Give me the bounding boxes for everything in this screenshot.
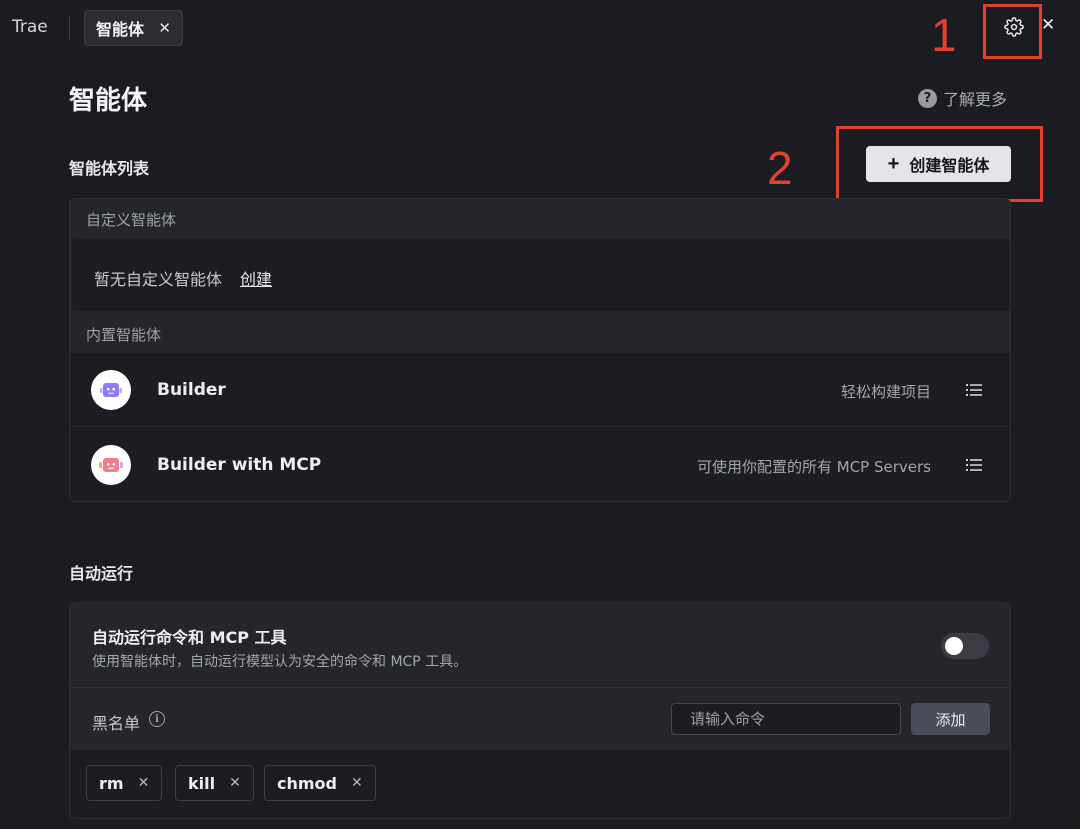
command-input[interactable] [671, 703, 901, 735]
auto-run-setting-title: 自动运行命令和 MCP 工具 [92, 628, 287, 647]
chip-label: chmod [277, 773, 337, 793]
app-name: Trae [12, 17, 48, 37]
toggle-knob [945, 637, 963, 655]
agent-name: Builder with MCP [157, 455, 322, 475]
create-agent-label: 创建智能体 [909, 158, 990, 175]
chip-label: kill [188, 773, 216, 793]
custom-agents-header: 自定义智能体 [86, 211, 177, 229]
panel-divider [70, 687, 1010, 688]
top-bar: Trae 智能体 ✕ ✕ [0, 0, 1080, 56]
blacklist-chip: rm ✕ [86, 765, 163, 801]
annotation-box-settings [983, 4, 1042, 59]
learn-more-label: 了解更多 [943, 90, 1008, 109]
builder-avatar [91, 370, 131, 410]
chip-remove-icon[interactable]: ✕ [229, 775, 241, 791]
tab-agents[interactable]: 智能体 ✕ [84, 10, 183, 46]
tab-close-icon[interactable]: ✕ [158, 19, 171, 37]
chip-label: rm [99, 773, 124, 793]
empty-state-text: 暂无自定义智能体 [94, 270, 223, 289]
learn-more-link[interactable]: ? 了解更多 [918, 86, 1007, 110]
chip-remove-icon[interactable]: ✕ [138, 775, 150, 791]
auto-run-panel: 自动运行命令和 MCP 工具 使用智能体时，自动运行模型认为安全的命令和 MCP… [69, 602, 1011, 819]
agents-list-panel: 自定义智能体 暂无自定义智能体 创建 内置智能体 Builder 轻松构建项目 [69, 198, 1011, 502]
agents-section-title: 智能体列表 [69, 159, 150, 178]
tab-label: 智能体 [96, 20, 145, 39]
page-title: 智能体 [69, 86, 148, 116]
auto-run-section-title: 自动运行 [69, 564, 134, 583]
builtin-agents-header: 内置智能体 [86, 326, 162, 344]
blacklist-chips: rm ✕ kill ✕ chmod ✕ [70, 750, 1010, 818]
blacklist-label: 黑名单 [92, 714, 141, 733]
robot-mcp-icon [99, 458, 123, 472]
blacklist-chip: kill ✕ [175, 765, 254, 801]
agent-description: 可使用你配置的所有 MCP Servers [696, 458, 931, 476]
annotation-number-1: 1 [931, 9, 957, 61]
add-command-button[interactable]: 添加 [911, 703, 990, 735]
create-agent-button[interactable]: + 创建智能体 [866, 146, 1011, 182]
builtin-agents-list: Builder 轻松构建项目 Builder with MCP 可使用你配置的所… [70, 353, 1010, 501]
list-menu-icon[interactable] [965, 456, 983, 474]
info-icon[interactable]: i [149, 711, 165, 727]
chip-remove-icon[interactable]: ✕ [351, 775, 363, 791]
agent-row-builder-with-mcp[interactable]: Builder with MCP 可使用你配置的所有 MCP Servers [70, 428, 1010, 501]
blacklist-chip: chmod ✕ [264, 765, 376, 801]
agent-name: Builder [157, 380, 226, 400]
auto-run-setting-description: 使用智能体时，自动运行模型认为安全的命令和 MCP 工具。 [92, 654, 468, 670]
robot-icon [100, 383, 122, 397]
auto-run-toggle[interactable] [941, 633, 989, 659]
agent-row-builder[interactable]: Builder 轻松构建项目 [70, 353, 1010, 427]
agent-description: 轻松构建项目 [840, 383, 931, 401]
builder-mcp-avatar [91, 445, 131, 485]
topbar-divider [69, 16, 70, 40]
plus-icon: + [887, 153, 900, 175]
list-menu-icon[interactable] [965, 381, 983, 399]
annotation-number-2: 2 [767, 142, 793, 194]
create-agent-link[interactable]: 创建 [240, 266, 272, 290]
custom-agents-empty-state: 暂无自定义智能体 创建 [72, 239, 1010, 311]
help-icon: ? [918, 88, 937, 108]
close-panel-icon[interactable]: ✕ [1041, 15, 1055, 35]
